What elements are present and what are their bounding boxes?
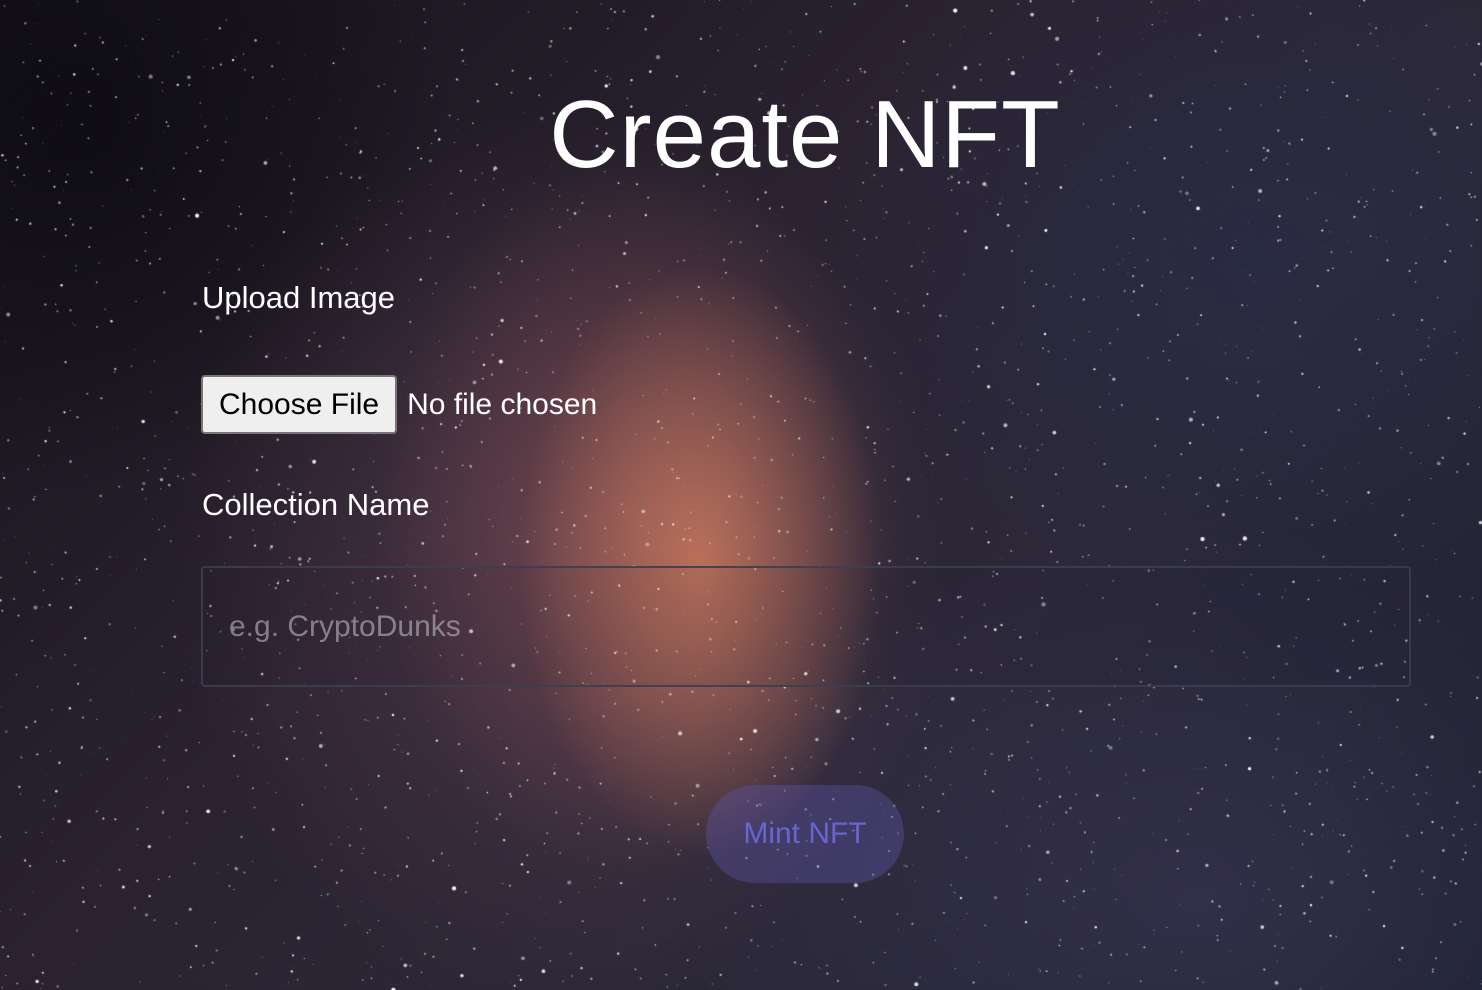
upload-image-label: Upload Image	[202, 280, 396, 315]
choose-file-button[interactable]: Choose File	[201, 375, 398, 434]
file-status-text: No file chosen	[407, 387, 598, 421]
collection-name-input[interactable]	[201, 566, 1411, 687]
collection-name-label: Collection Name	[202, 487, 430, 522]
mint-nft-button[interactable]: Mint NFT	[706, 785, 904, 883]
page-title: Create NFT	[549, 81, 1061, 188]
file-input[interactable]: Choose File No file chosen	[201, 375, 597, 434]
